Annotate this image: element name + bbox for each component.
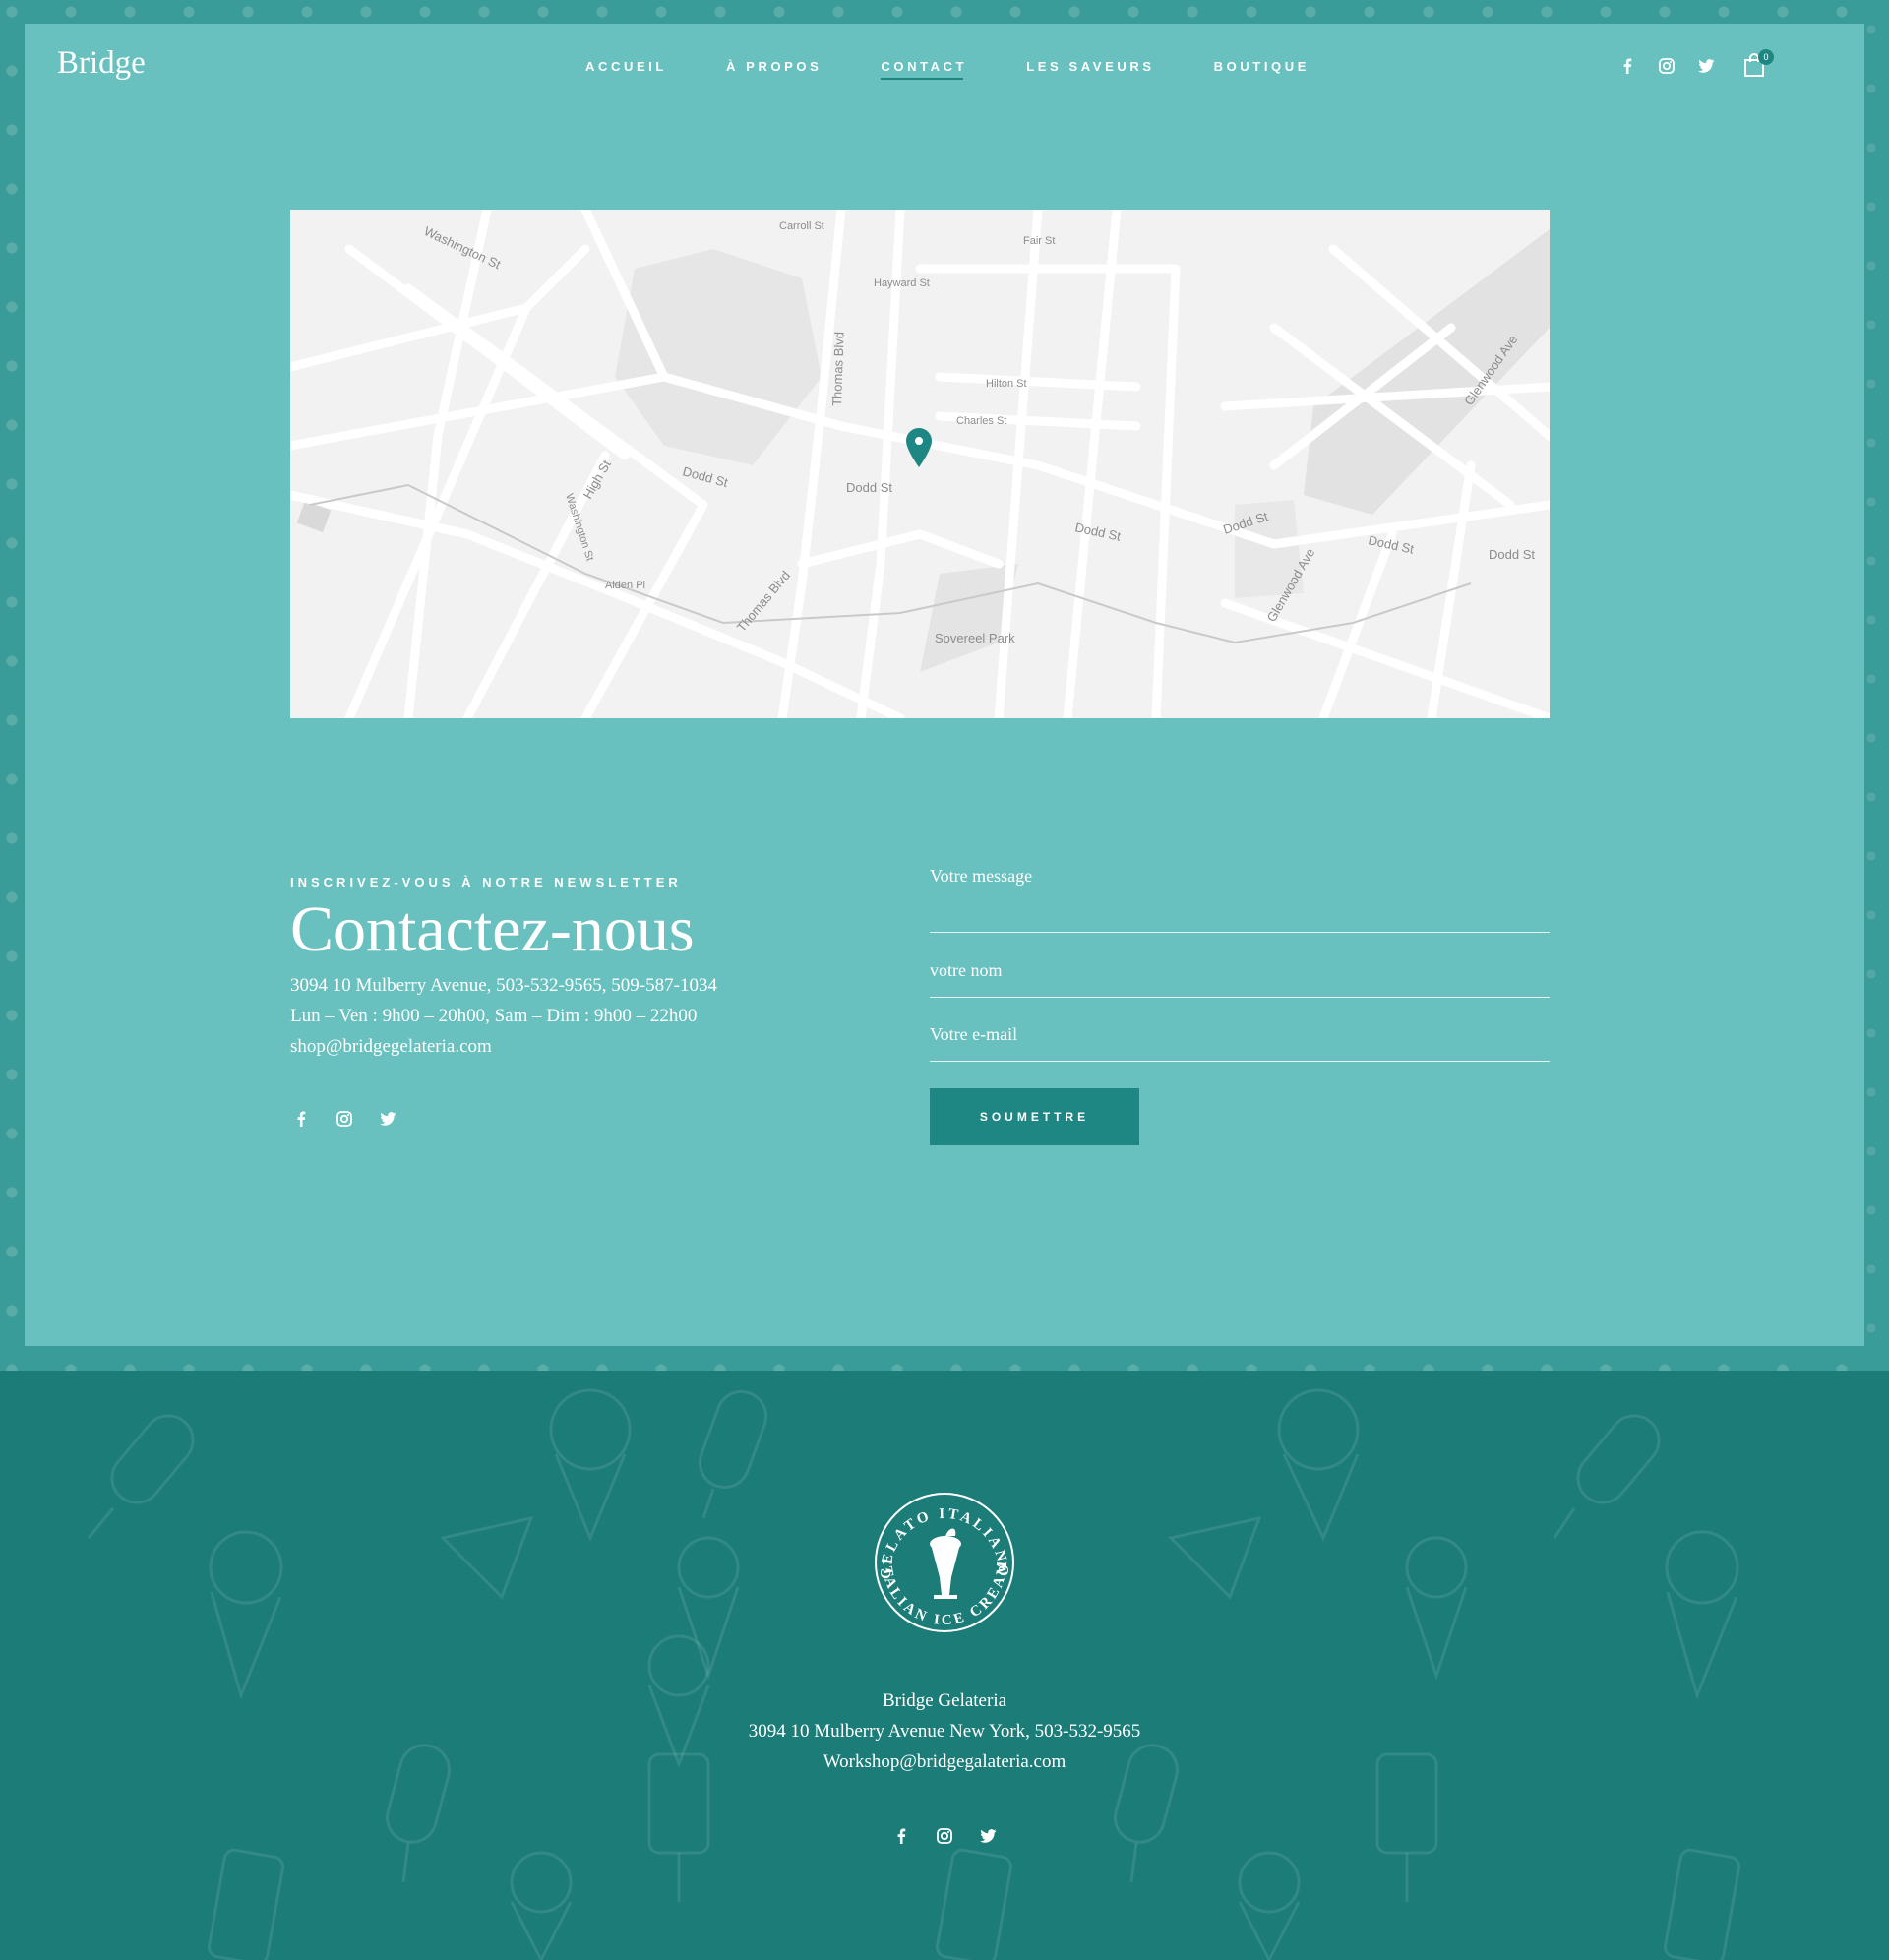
popsicle-icon xyxy=(1553,1414,1661,1539)
instagram-icon[interactable] xyxy=(934,1825,955,1847)
ice-cream-cone-icon xyxy=(1665,1530,1739,1700)
popsicle-icon xyxy=(207,1848,285,1960)
footer-social xyxy=(0,1825,1889,1847)
svg-text:Hilton St: Hilton St xyxy=(986,378,1027,390)
nav-accueil[interactable]: ACCUEIL xyxy=(585,59,667,80)
email-field[interactable]: Votre e-mail xyxy=(930,1024,1550,1062)
ice-cream-cone-icon xyxy=(549,1388,632,1542)
facebook-icon[interactable] xyxy=(1616,55,1638,77)
contact-email[interactable]: shop@bridgegelateria.com xyxy=(290,1031,717,1062)
ice-cream-cone-icon xyxy=(1277,1388,1360,1542)
footer-address: 3094 10 Mulberry Avenue New York, 503-53… xyxy=(748,1721,1141,1742)
svg-text:Hayward St: Hayward St xyxy=(874,277,930,289)
svg-text:Charles St: Charles St xyxy=(956,415,1006,427)
popsicle-icon xyxy=(935,1848,1013,1960)
popsicle-icon xyxy=(87,1414,195,1539)
twitter-icon[interactable] xyxy=(1695,55,1717,77)
nav-contact[interactable]: CONTACT xyxy=(881,59,967,80)
map-canvas: Washington St High St Thomas Blvd Dodd S… xyxy=(290,210,1550,718)
submit-button[interactable]: SOUMETTRE xyxy=(930,1088,1139,1145)
footer-info: Bridge Gelateria 3094 10 Mulberry Avenue… xyxy=(0,1685,1889,1777)
footer-name: Bridge Gelateria xyxy=(882,1690,1007,1711)
header-social xyxy=(1616,55,1717,77)
instagram-icon[interactable] xyxy=(1656,55,1677,77)
facebook-icon[interactable] xyxy=(890,1825,912,1847)
cart-count-badge: 0 xyxy=(1758,49,1774,65)
ice-cream-cone-icon xyxy=(1238,1851,1301,1960)
svg-text:Dodd St: Dodd St xyxy=(1489,547,1535,562)
site-logo[interactable]: Bridge xyxy=(57,45,146,82)
popsicle-icon xyxy=(698,1390,768,1519)
svg-text:Alden Pl: Alden Pl xyxy=(605,580,645,591)
twitter-icon[interactable] xyxy=(977,1825,999,1847)
cone-slice-icon xyxy=(1168,1515,1262,1600)
nav-a-propos[interactable]: À PROPOS xyxy=(726,59,822,80)
facebook-icon[interactable] xyxy=(290,1108,312,1130)
ice-cream-cone-icon xyxy=(209,1530,283,1700)
popsicle-icon xyxy=(1663,1848,1741,1960)
contact-details: 3094 10 Mulberry Avenue, 503-532-9565, 5… xyxy=(290,970,717,1062)
instagram-icon[interactable] xyxy=(334,1108,355,1130)
cart-button[interactable]: 0 xyxy=(1743,49,1774,81)
contact-address: 3094 10 Mulberry Avenue, 503-532-9565, 5… xyxy=(290,975,717,996)
ice-cream-cup-icon xyxy=(930,1528,961,1599)
ice-cream-cone-icon xyxy=(1405,1536,1468,1681)
svg-text:Thomas Blvd: Thomas Blvd xyxy=(829,332,847,406)
contact-form: Votre message votre nom Votre e-mail SOU… xyxy=(930,866,1550,1145)
svg-text:Fair St: Fair St xyxy=(1023,235,1055,247)
footer-email[interactable]: Workshop@bridgegalateria.com xyxy=(0,1746,1889,1777)
svg-text:Dodd St: Dodd St xyxy=(846,480,892,495)
twitter-icon[interactable] xyxy=(377,1108,398,1130)
contact-social xyxy=(290,1108,398,1130)
cone-slice-icon xyxy=(440,1515,534,1600)
ice-cream-cone-icon xyxy=(510,1851,573,1960)
message-field[interactable]: Votre message xyxy=(930,866,1550,933)
main-nav: ACCUEIL À PROPOS CONTACT LES SAVEURS BOU… xyxy=(585,59,1369,80)
newsletter-eyebrow: INSCRIVEZ-VOUS À NOTRE NEWSLETTER xyxy=(290,875,682,889)
nav-boutique[interactable]: BOUTIQUE xyxy=(1214,59,1310,80)
page-title: Contactez-nous xyxy=(290,893,695,965)
nav-les-saveurs[interactable]: LES SAVEURS xyxy=(1026,59,1154,80)
svg-text:Carroll St: Carroll St xyxy=(779,220,824,232)
site-footer: GELATO ITALIANO ITALIAN ICE CREAM Bridge… xyxy=(0,1371,1889,1960)
ice-cream-cone-icon xyxy=(677,1536,740,1681)
name-field[interactable]: votre nom xyxy=(930,960,1550,998)
svg-text:Sovereel Park: Sovereel Park xyxy=(935,631,1015,645)
location-map[interactable]: Washington St High St Thomas Blvd Dodd S… xyxy=(290,210,1550,718)
gelato-badge-logo: GELATO ITALIANO ITALIAN ICE CREAM xyxy=(875,1493,1014,1632)
contact-hours: Lun – Ven : 9h00 – 20h00, Sam – Dim : 9h… xyxy=(290,1006,698,1026)
ice-cream-pattern xyxy=(87,1388,1741,1960)
